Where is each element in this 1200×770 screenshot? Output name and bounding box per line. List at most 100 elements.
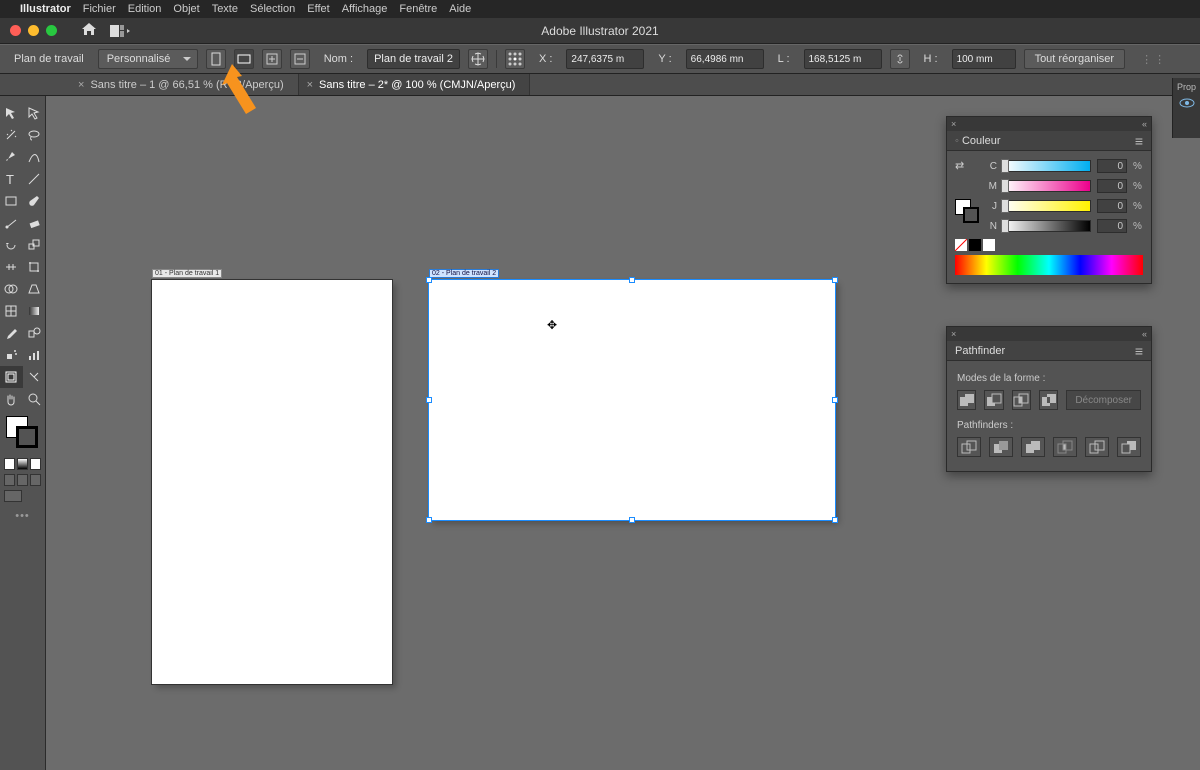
crop-icon[interactable] — [1053, 437, 1077, 457]
black-slider[interactable]: N 0 % — [987, 219, 1143, 233]
blend-tool-icon[interactable] — [23, 322, 46, 344]
draw-normal-icon[interactable] — [4, 474, 15, 486]
magenta-slider[interactable]: M 0 % — [987, 179, 1143, 193]
cyan-slider[interactable]: C 0 % — [987, 159, 1143, 173]
resize-handle[interactable] — [832, 397, 838, 403]
mesh-tool-icon[interactable] — [0, 300, 23, 322]
menu-select[interactable]: Sélection — [250, 3, 295, 15]
intersect-icon[interactable] — [1012, 390, 1031, 410]
color-gradient-icon[interactable] — [17, 458, 28, 470]
document-tab-1[interactable]: × Sans titre – 1 @ 66,51 % (RVB/Aperçu) — [70, 74, 299, 95]
document-tab-2[interactable]: × Sans titre – 2* @ 100 % (CMJN/Aperçu) — [299, 74, 531, 95]
color-none-icon[interactable] — [30, 458, 41, 470]
artboard-1[interactable]: 01 - Plan de travail 1 — [152, 280, 392, 684]
link-dimensions-icon[interactable] — [890, 49, 910, 69]
rotate-tool-icon[interactable] — [0, 234, 23, 256]
artboard-tool-icon[interactable] — [0, 366, 23, 388]
menu-help[interactable]: Aide — [449, 3, 471, 15]
minus-front-icon[interactable] — [984, 390, 1003, 410]
rearrange-all-button[interactable]: Tout réorganiser — [1024, 49, 1126, 69]
merge-icon[interactable] — [1021, 437, 1045, 457]
paintbrush-tool-icon[interactable] — [23, 190, 46, 212]
shaper-tool-icon[interactable] — [0, 212, 23, 234]
close-tab-icon[interactable]: × — [78, 79, 84, 91]
fill-stroke-well[interactable] — [4, 416, 41, 450]
width-tool-icon[interactable] — [0, 256, 23, 278]
rectangle-tool-icon[interactable] — [0, 190, 23, 212]
h-field[interactable]: 100 mm — [952, 49, 1016, 69]
minus-back-icon[interactable] — [1117, 437, 1141, 457]
line-tool-icon[interactable] — [23, 168, 46, 190]
control-bar-grip-icon[interactable]: ⋮⋮ — [1141, 53, 1167, 66]
swap-colors-icon[interactable]: ⇄ — [955, 159, 964, 172]
menu-effect[interactable]: Effet — [307, 3, 329, 15]
eraser-tool-icon[interactable] — [23, 212, 46, 234]
new-artboard-icon[interactable] — [262, 49, 282, 69]
edit-toolbar-icon[interactable]: ••• — [0, 504, 45, 522]
screen-mode-icon[interactable] — [4, 490, 22, 502]
menu-view[interactable]: Affichage — [342, 3, 388, 15]
properties-tab[interactable]: Prop — [1177, 82, 1196, 92]
gradient-tool-icon[interactable] — [23, 300, 46, 322]
shape-builder-tool-icon[interactable] — [0, 278, 23, 300]
slice-tool-icon[interactable] — [23, 366, 46, 388]
black-swatch-icon[interactable] — [969, 239, 981, 251]
white-swatch-icon[interactable] — [983, 239, 995, 251]
orientation-portrait-icon[interactable] — [206, 49, 226, 69]
menu-object[interactable]: Objet — [173, 3, 199, 15]
arrange-documents-icon[interactable] — [107, 22, 133, 40]
panel-menu-icon[interactable]: ≡ — [1135, 343, 1143, 359]
orientation-landscape-icon[interactable] — [234, 49, 254, 69]
app-menu[interactable]: Illustrator — [20, 3, 71, 15]
pen-tool-icon[interactable] — [0, 146, 23, 168]
eyedropper-tool-icon[interactable] — [0, 322, 23, 344]
panel-grip[interactable]: ×« — [947, 327, 1151, 341]
scale-tool-icon[interactable] — [23, 234, 46, 256]
menu-edit[interactable]: Edition — [128, 3, 162, 15]
resize-handle[interactable] — [832, 277, 838, 283]
y-field[interactable]: 66,4986 mn — [686, 49, 764, 69]
zoom-tool-icon[interactable] — [23, 388, 46, 410]
resize-handle[interactable] — [426, 397, 432, 403]
draw-behind-icon[interactable] — [17, 474, 28, 486]
panel-grip[interactable]: ×« — [947, 117, 1151, 131]
pathfinder-title[interactable]: Pathfinder — [955, 345, 1005, 357]
exclude-icon[interactable] — [1039, 390, 1058, 410]
move-with-artboard-icon[interactable] — [468, 49, 488, 69]
trim-icon[interactable] — [989, 437, 1013, 457]
symbol-sprayer-tool-icon[interactable] — [0, 344, 23, 366]
delete-artboard-icon[interactable] — [290, 49, 310, 69]
curvature-tool-icon[interactable] — [23, 146, 46, 168]
artboard-2[interactable]: 02 - Plan de travail 2 — [429, 280, 835, 520]
menu-file[interactable]: Fichier — [83, 3, 116, 15]
graph-tool-icon[interactable] — [23, 344, 46, 366]
magic-wand-tool-icon[interactable] — [0, 124, 23, 146]
minimize-window-icon[interactable] — [28, 25, 39, 36]
color-solid-icon[interactable] — [4, 458, 15, 470]
perspective-tool-icon[interactable] — [23, 278, 46, 300]
close-tab-icon[interactable]: × — [307, 79, 313, 91]
stroke-color-icon[interactable] — [16, 426, 38, 448]
selection-tool-icon[interactable] — [0, 102, 23, 124]
resize-handle[interactable] — [629, 277, 635, 283]
unite-icon[interactable] — [957, 390, 976, 410]
hand-tool-icon[interactable] — [0, 388, 23, 410]
draw-inside-icon[interactable] — [30, 474, 41, 486]
resize-handle[interactable] — [629, 517, 635, 523]
divide-icon[interactable] — [957, 437, 981, 457]
w-field[interactable]: 168,5125 m — [804, 49, 882, 69]
none-swatch-icon[interactable] — [955, 239, 967, 251]
close-window-icon[interactable] — [10, 25, 21, 36]
reference-point-icon[interactable] — [505, 49, 525, 69]
artboard-preset-dropdown[interactable]: Personnalisé — [98, 49, 198, 69]
panel-menu-icon[interactable]: ≡ — [1135, 133, 1143, 149]
spectrum-picker[interactable] — [955, 255, 1143, 275]
resize-handle[interactable] — [832, 517, 838, 523]
direct-selection-tool-icon[interactable] — [23, 102, 46, 124]
menu-window[interactable]: Fenêtre — [399, 3, 437, 15]
home-icon[interactable] — [81, 22, 97, 39]
free-transform-tool-icon[interactable] — [23, 256, 46, 278]
x-field[interactable]: 247,6375 m — [566, 49, 644, 69]
mini-stroke-icon[interactable] — [963, 207, 979, 223]
type-tool-icon[interactable]: T — [0, 168, 23, 190]
